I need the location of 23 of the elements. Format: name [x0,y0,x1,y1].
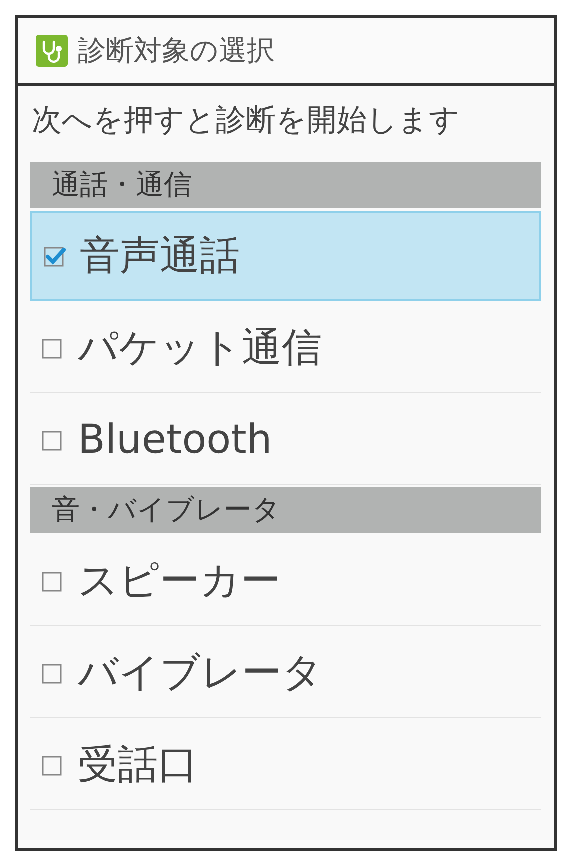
list-item[interactable]: バイブレータ [30,628,541,718]
checkbox[interactable] [42,570,64,592]
list-item[interactable]: スピーカー [30,536,541,626]
checkbox[interactable] [42,428,64,450]
checkbox[interactable] [44,245,66,267]
stethoscope-icon [36,34,68,66]
item-label: 音声通話 [80,232,240,281]
item-label: スピーカー [78,556,281,606]
checkbox[interactable] [42,336,64,358]
list-item[interactable]: Bluetooth [30,395,541,485]
list-item[interactable]: パケット通信 [30,303,541,393]
list-item[interactable]: 音声通話 [30,211,541,301]
section-header: 通話・通信 [30,162,541,208]
list-item[interactable]: 受話口 [30,720,541,810]
item-label: パケット通信 [78,324,322,372]
instruction-text: 次へを押すと診断を開始します [31,102,461,140]
item-label: 受話口 [78,740,198,790]
item-label: Bluetooth [78,416,272,464]
item-label: バイブレータ [78,648,323,698]
checkbox[interactable] [42,662,64,684]
checkbox[interactable] [42,754,64,776]
window-title: 診断対象の選択 [78,32,275,68]
section-header: 音・バイブレータ [30,487,541,533]
